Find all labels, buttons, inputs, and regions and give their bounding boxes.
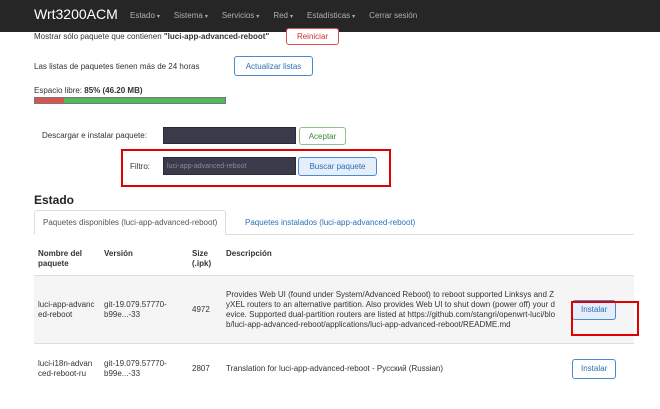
reset-filter-button[interactable]: Reiniciar (286, 28, 339, 45)
brand-title[interactable]: Wrt3200ACM (34, 6, 118, 22)
package-name: luci-app-advanced-reboot (34, 275, 100, 344)
caret-down-icon: ▾ (352, 14, 356, 20)
package-tabs: Paquetes disponibles (luci-app-advanced-… (34, 210, 634, 235)
install-package-input[interactable] (163, 127, 296, 144)
table-row: luci-app-advanced-reboot git-19.079.5777… (34, 275, 634, 344)
header-version: Versión (104, 249, 133, 258)
menu-servicios-label: Servicios (221, 11, 255, 20)
package-action-cell: Instalar (560, 343, 634, 394)
packages-table: Nombre del paquete Versión Size (.ipk) D… (34, 243, 634, 394)
caret-down-icon: ▾ (290, 14, 294, 20)
menu-sistema-label: Sistema (173, 11, 203, 20)
package-size: 4972 (188, 275, 222, 344)
filter-notice: Mostrar sólo paquete que contienen "luci… (34, 32, 269, 41)
package-description: Translation for luci-app-advanced-reboot… (222, 343, 560, 394)
header-description: Descripción (226, 249, 272, 258)
caret-down-icon: ▾ (256, 14, 260, 20)
filter-highlight-box (121, 149, 391, 187)
caret-down-icon: ▾ (204, 14, 208, 20)
package-name: luci-i18n-advanced-reboot-ru (34, 343, 100, 394)
install-highlight-box (571, 301, 639, 336)
disk-usage-bar (34, 97, 226, 104)
menu-estado-label: Estado (130, 11, 155, 20)
filter-notice-term: "luci-app-advanced-reboot" (163, 32, 270, 41)
disk-usage-fill (35, 98, 64, 103)
tab-installed-packages[interactable]: Paquetes instalados (luci-app-advanced-r… (237, 210, 423, 235)
package-version: git-19.079.57770-b99e...-33 (100, 275, 188, 344)
lists-age-text: Las listas de paquetes tienen más de 24 … (34, 62, 200, 71)
section-title: Estado (34, 193, 75, 207)
install-button[interactable]: Instalar (572, 358, 617, 379)
caret-down-icon: ▾ (156, 14, 160, 20)
package-version: git-19.079.57770-b99e...-33 (100, 343, 188, 394)
main-menu: Estado ▾ Sistema ▾ Servicios ▾ Red ▾ Estadís… (130, 11, 431, 20)
menu-red-label: Red (273, 11, 288, 20)
menu-estadisticas-label: Estadísticas (307, 11, 351, 20)
menu-estado[interactable]: Estado ▾ (130, 11, 160, 20)
table-header-row: Nombre del paquete Versión Size (.ipk) D… (34, 243, 634, 276)
header-size: Size (.ipk) (192, 249, 212, 268)
header-action (560, 243, 634, 276)
header-name: Nombre del paquete (38, 249, 83, 268)
menu-servicios[interactable]: Servicios ▾ (222, 11, 259, 20)
menu-red[interactable]: Red ▾ (273, 11, 293, 20)
update-lists-button[interactable]: Actualizar listas (234, 56, 313, 76)
package-description: Provides Web UI (found under System/Adva… (222, 275, 560, 344)
package-size: 2807 (188, 343, 222, 394)
disk-space: Espacio libre: 85% (46.20 MB) (34, 86, 143, 95)
table-row: luci-i18n-advanced-reboot-ru git-19.079.… (34, 343, 634, 394)
disk-space-value: 85% (46.20 MB) (84, 86, 143, 95)
menu-logout[interactable]: Cerrar sesión (369, 11, 417, 20)
filter-notice-text: Mostrar sólo paquete que contienen (34, 32, 164, 41)
install-package-label: Descargar e instalar paquete: (42, 131, 147, 140)
menu-sistema[interactable]: Sistema ▾ (174, 11, 208, 20)
menu-estadisticas[interactable]: Estadísticas ▾ (307, 11, 355, 20)
accept-button[interactable]: Aceptar (299, 127, 346, 145)
tab-available-packages[interactable]: Paquetes disponibles (luci-app-advanced-… (34, 210, 227, 235)
disk-space-label: Espacio libre: (34, 86, 83, 95)
